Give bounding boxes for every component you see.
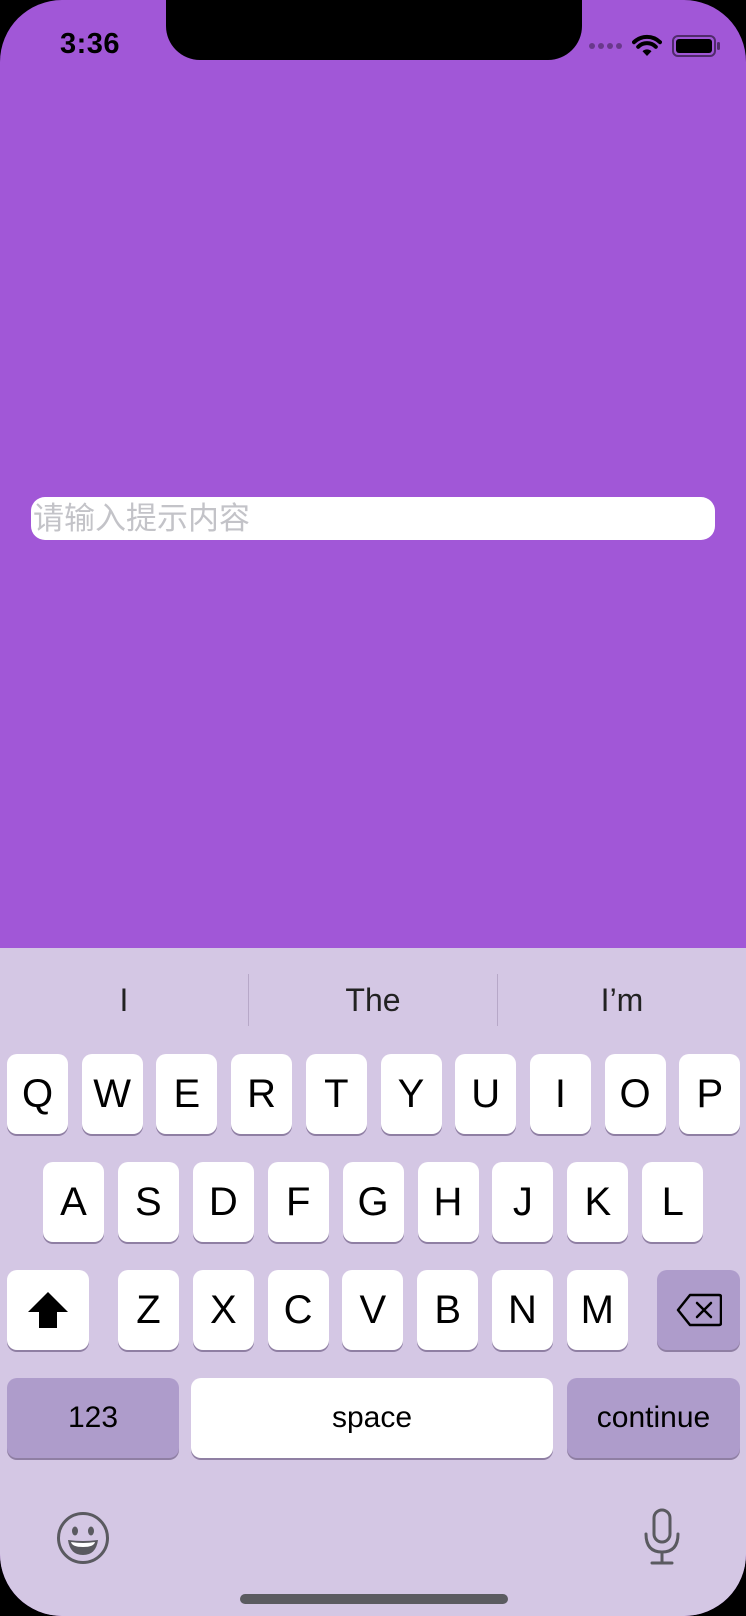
key-k[interactable]: K	[567, 1162, 629, 1242]
suggestion-1[interactable]: I	[0, 948, 248, 1052]
suggestion-2[interactable]: The	[249, 948, 497, 1052]
key-x[interactable]: X	[192, 1270, 254, 1350]
key-s[interactable]: S	[117, 1162, 179, 1242]
battery-icon	[672, 35, 720, 57]
key-l[interactable]: L	[642, 1162, 704, 1242]
key-a[interactable]: A	[43, 1162, 104, 1242]
key-w[interactable]: W	[81, 1054, 143, 1134]
signal-dots-icon	[589, 43, 622, 49]
backspace-icon	[676, 1293, 722, 1327]
prompt-input[interactable]	[33, 500, 715, 537]
status-time: 3:36	[60, 28, 121, 60]
keyboard: I The I’m QWERTYUIOPASDFGHJKLZXCVBNM 123…	[0, 948, 746, 1616]
app-screen: 3:36 I The I’m QWERTYUIOPASDFGHJKLZXCVBN…	[0, 0, 746, 1616]
key-g[interactable]: G	[342, 1162, 404, 1242]
status-icons	[589, 34, 720, 58]
key-z[interactable]: Z	[118, 1270, 179, 1350]
numbers-key[interactable]: 123	[7, 1378, 179, 1458]
key-y[interactable]: Y	[380, 1054, 442, 1134]
key-b[interactable]: B	[417, 1270, 479, 1350]
device-notch	[166, 0, 582, 60]
key-p[interactable]: P	[679, 1054, 741, 1134]
prompt-text-field[interactable]	[31, 497, 715, 540]
wifi-icon	[632, 34, 662, 56]
emoji-icon[interactable]	[56, 1511, 110, 1565]
key-c[interactable]: C	[267, 1270, 329, 1350]
key-d[interactable]: D	[192, 1162, 254, 1242]
key-q[interactable]: Q	[7, 1054, 68, 1134]
key-v[interactable]: V	[342, 1270, 404, 1350]
microphone-icon[interactable]	[642, 1508, 682, 1566]
key-n[interactable]: N	[492, 1270, 553, 1350]
key-h[interactable]: H	[417, 1162, 479, 1242]
key-j[interactable]: J	[492, 1162, 554, 1242]
key-t[interactable]: T	[305, 1054, 367, 1134]
key-e[interactable]: E	[156, 1054, 218, 1134]
key-m[interactable]: M	[566, 1270, 628, 1350]
space-key[interactable]: space	[191, 1378, 553, 1458]
backspace-key[interactable]	[657, 1270, 740, 1350]
key-o[interactable]: O	[604, 1054, 666, 1134]
key-r[interactable]: R	[231, 1054, 293, 1134]
key-f[interactable]: F	[267, 1162, 329, 1242]
suggestion-3[interactable]: I’m	[498, 948, 746, 1052]
continue-key[interactable]: continue	[567, 1378, 740, 1458]
suggestion-bar: I The I’m	[0, 948, 746, 1052]
shift-key[interactable]	[7, 1270, 89, 1350]
key-i[interactable]: I	[529, 1054, 591, 1134]
home-indicator[interactable]	[240, 1594, 508, 1604]
key-u[interactable]: U	[455, 1054, 517, 1134]
shift-icon	[28, 1292, 68, 1328]
